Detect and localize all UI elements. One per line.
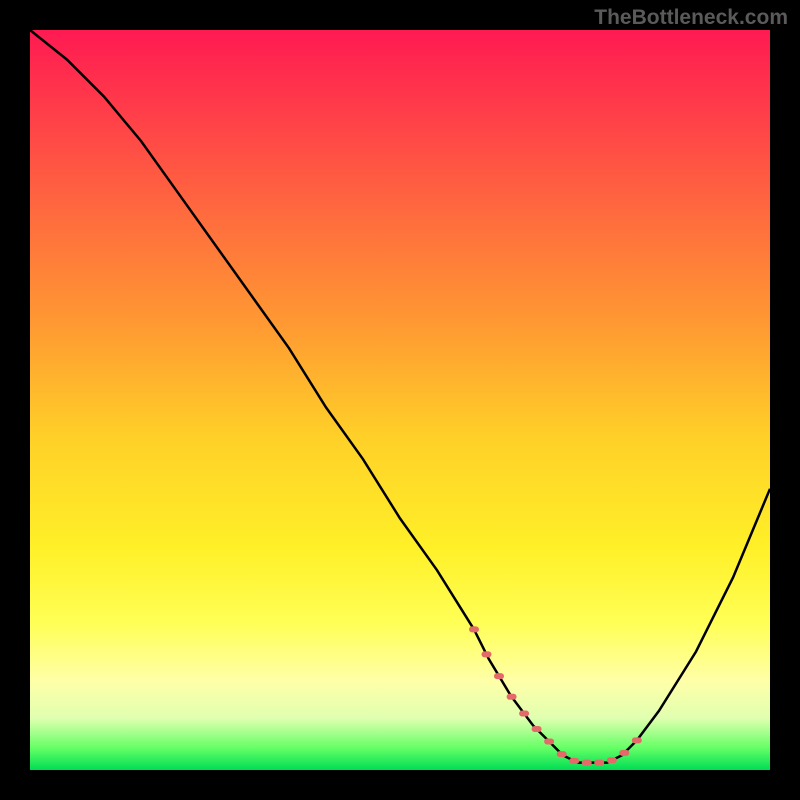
chart-background-gradient <box>30 30 770 770</box>
watermark-text: TheBottleneck.com <box>594 6 788 30</box>
